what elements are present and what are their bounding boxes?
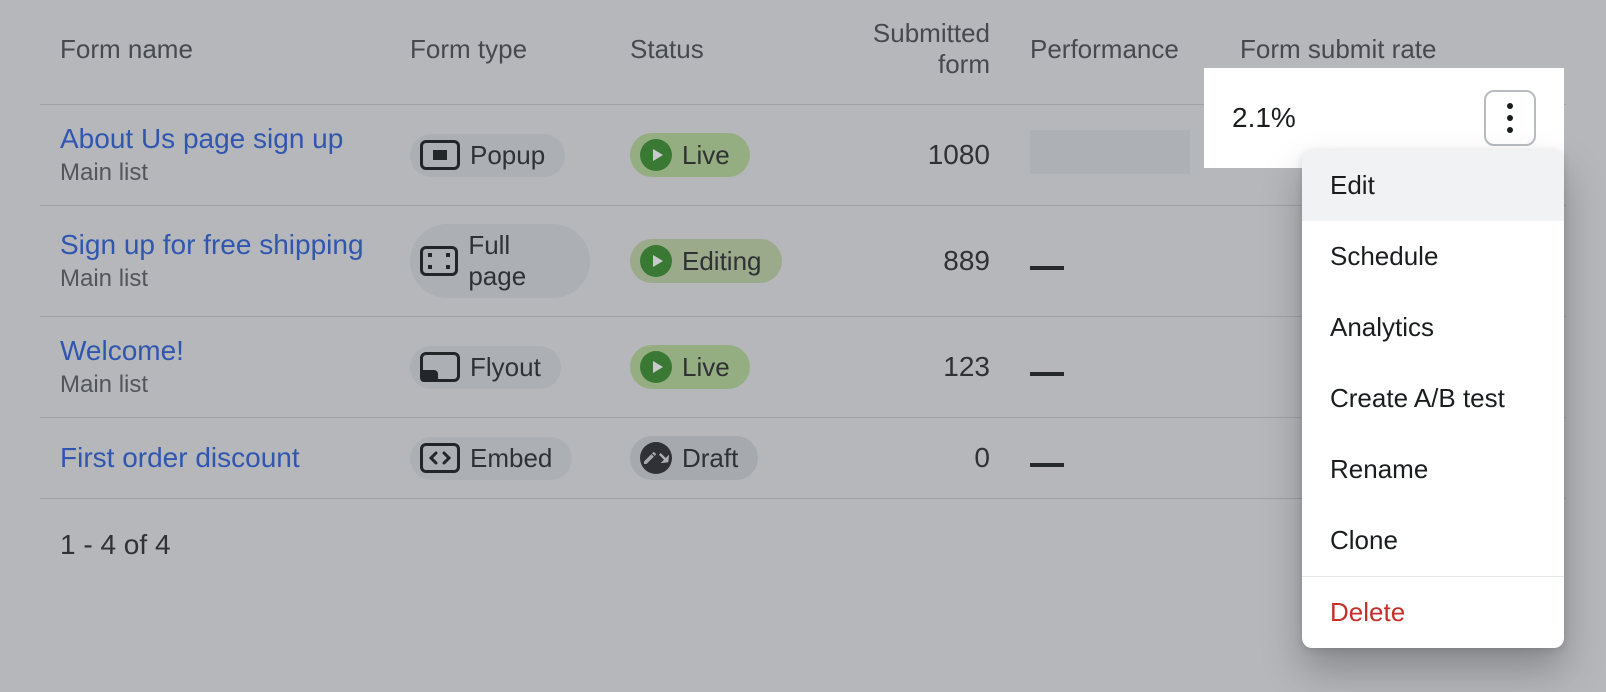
form-type-pill: Popup: [410, 134, 565, 177]
play-icon: [640, 139, 672, 171]
col-header-name[interactable]: Form name: [40, 0, 390, 105]
performance-dash: [1030, 372, 1064, 376]
submitted-count: 889: [810, 206, 1010, 317]
kebab-dot-icon: [1507, 115, 1513, 121]
status-pill: Draft: [630, 436, 758, 480]
menu-item-analytics[interactable]: Analytics: [1302, 292, 1564, 363]
form-name-link[interactable]: Sign up for free shipping: [60, 229, 364, 260]
menu-item-edit[interactable]: Edit: [1302, 150, 1564, 221]
form-type-label: Flyout: [470, 352, 541, 383]
play-icon: [640, 351, 672, 383]
col-header-submitted[interactable]: Submitted form: [810, 0, 1010, 105]
embed-icon: [420, 443, 460, 473]
col-header-performance[interactable]: Performance: [1010, 0, 1220, 105]
form-type-label: Popup: [470, 140, 545, 171]
fullpage-icon: [420, 246, 458, 276]
menu-item-ab-test[interactable]: Create A/B test: [1302, 363, 1564, 434]
menu-item-delete[interactable]: Delete: [1302, 576, 1564, 648]
form-type-pill: Embed: [410, 437, 572, 480]
submitted-count: 0: [810, 418, 1010, 499]
performance-dash: [1030, 463, 1064, 467]
flyout-icon: [420, 352, 460, 382]
form-sublabel: Main list: [60, 159, 370, 187]
row-actions-button[interactable]: [1484, 90, 1536, 146]
submitted-count: 123: [810, 317, 1010, 418]
row-actions-menu: Edit Schedule Analytics Create A/B test …: [1302, 150, 1564, 648]
form-type-pill: Flyout: [410, 346, 561, 389]
form-sublabel: Main list: [60, 265, 370, 293]
performance-redacted: [1030, 130, 1190, 174]
status-label: Live: [682, 352, 730, 383]
status-pill: Live: [630, 345, 750, 389]
submitted-count: 1080: [810, 105, 1010, 206]
popout-rate-value: 2.1%: [1232, 102, 1296, 134]
status-label: Live: [682, 140, 730, 171]
form-type-label: Embed: [470, 443, 552, 474]
kebab-dot-icon: [1507, 103, 1513, 109]
menu-item-schedule[interactable]: Schedule: [1302, 221, 1564, 292]
form-type-pill: Full page: [410, 224, 590, 298]
form-name-link[interactable]: Welcome!: [60, 335, 184, 366]
kebab-dot-icon: [1507, 127, 1513, 133]
form-sublabel: Main list: [60, 371, 370, 399]
col-header-status[interactable]: Status: [610, 0, 810, 105]
status-pill: Live: [630, 133, 750, 177]
status-label: Editing: [682, 246, 762, 277]
status-label: Draft: [682, 443, 738, 474]
menu-item-rename[interactable]: Rename: [1302, 434, 1564, 505]
form-type-label: Full page: [468, 230, 570, 292]
menu-item-clone[interactable]: Clone: [1302, 505, 1564, 576]
col-header-type[interactable]: Form type: [390, 0, 610, 105]
status-pill: Editing: [630, 239, 782, 283]
play-icon: [640, 245, 672, 277]
form-name-link[interactable]: First order discount: [60, 442, 300, 473]
popup-icon: [420, 140, 460, 170]
draft-icon: [640, 442, 672, 474]
performance-dash: [1030, 266, 1064, 270]
form-name-link[interactable]: About Us page sign up: [60, 123, 343, 154]
